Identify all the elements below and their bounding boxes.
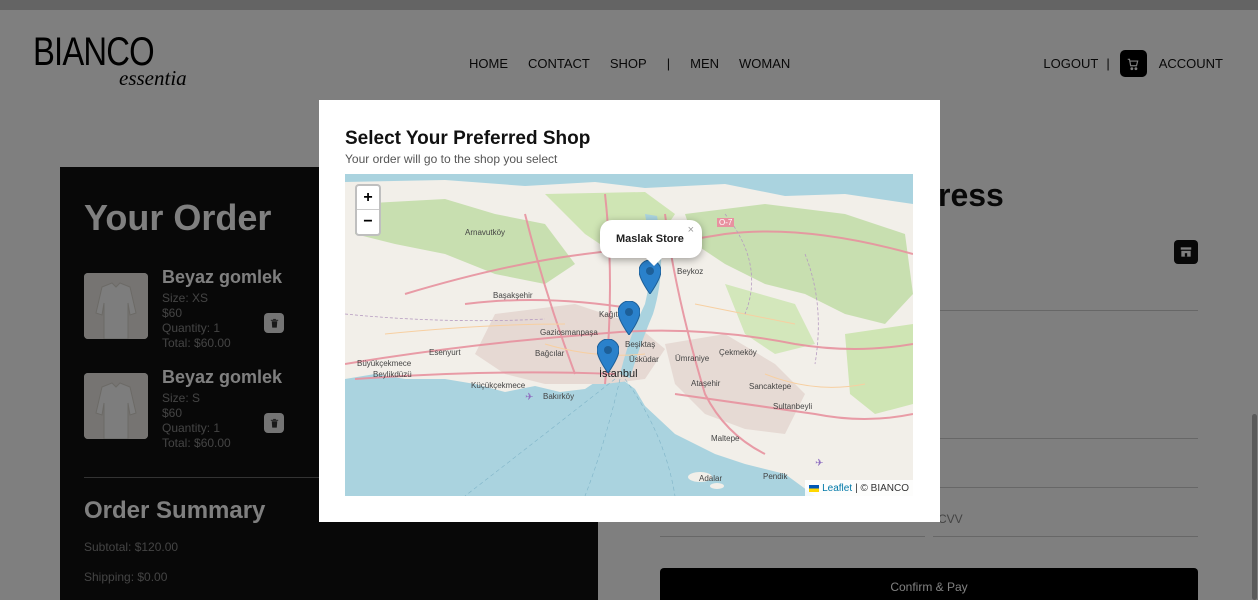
- map-label: Beykoz: [677, 267, 704, 276]
- ukraine-flag-icon: [809, 484, 820, 492]
- zoom-in-button[interactable]: +: [357, 186, 379, 210]
- map-label: Beylikdüzü: [373, 370, 412, 379]
- attribution-text: | © BIANCO: [855, 482, 909, 494]
- shop-marker[interactable]: [617, 300, 641, 336]
- map-label: Küçükçekmece: [471, 381, 526, 390]
- popup-tip: [644, 256, 664, 266]
- shop-marker[interactable]: [596, 338, 620, 374]
- map-label: Beşiktaş: [625, 340, 656, 349]
- modal-subtitle: Your order will go to the shop you selec…: [345, 152, 558, 166]
- map-label: Adalar: [699, 474, 723, 483]
- map-label: Pendik: [763, 472, 788, 481]
- svg-text:✈: ✈: [815, 458, 823, 469]
- map-attribution: Leaflet | © BIANCO: [805, 480, 913, 496]
- map-label: Çekmeköy: [719, 348, 757, 357]
- shop-map[interactable]: ✈ ✈ Arnavutköy Başakşehir Esenyurt Bağcı…: [345, 174, 913, 496]
- map-label: Büyükçekmece: [357, 359, 412, 368]
- map-pin-icon: [617, 300, 641, 336]
- map-label: Ataşehir: [691, 379, 721, 388]
- modal-title: Select Your Preferred Shop: [345, 128, 591, 149]
- zoom-out-button[interactable]: −: [357, 210, 379, 234]
- shop-select-modal: Select Your Preferred Shop Your order wi…: [319, 100, 940, 522]
- road-shield: O-7: [717, 218, 735, 227]
- scrollbar-thumb[interactable]: [1252, 414, 1257, 600]
- map-label: Sultanbeyli: [773, 402, 813, 411]
- map-label: Üsküdar: [629, 355, 659, 364]
- map-label: Bakırköy: [543, 392, 575, 401]
- popup-shop-name: Maslak Store: [616, 233, 684, 245]
- shop-popup: Maslak Store ×: [600, 220, 702, 266]
- map-label: Maltepe: [711, 434, 740, 443]
- map-label: Kağıt: [599, 310, 618, 319]
- map-pin-icon: [596, 338, 620, 374]
- leaflet-link[interactable]: Leaflet: [822, 483, 852, 494]
- zoom-control: + −: [355, 184, 381, 236]
- map-label: Ümraniye: [675, 354, 710, 363]
- svg-text:✈: ✈: [525, 392, 533, 403]
- map-label: Gaziosmanpaşa: [540, 328, 598, 337]
- map-label: Bağcılar: [535, 349, 565, 358]
- map-label: Sancaktepe: [749, 382, 792, 391]
- map-label: Arnavutköy: [465, 228, 506, 237]
- map-label: Esenyurt: [429, 348, 461, 357]
- map-label: Başakşehir: [493, 291, 533, 300]
- popup-close-button[interactable]: ×: [688, 224, 694, 236]
